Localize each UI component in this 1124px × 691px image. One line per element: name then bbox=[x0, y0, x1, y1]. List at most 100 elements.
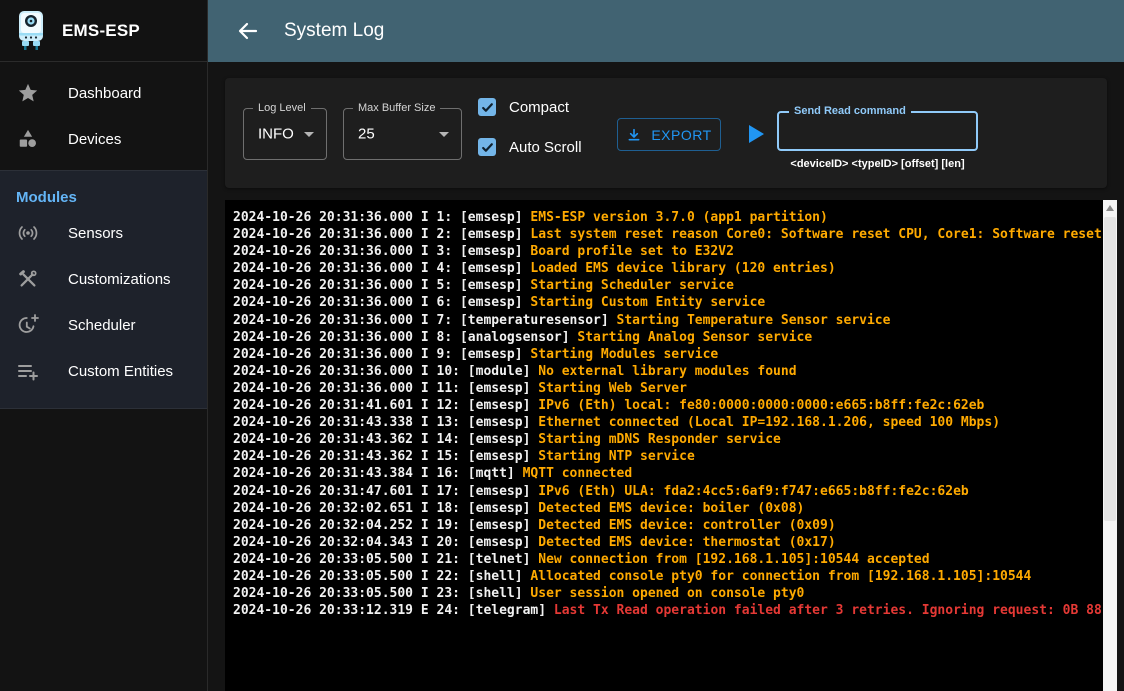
send-read-field: Send Read command bbox=[777, 111, 978, 151]
sidebar-item-scheduler[interactable]: Scheduler bbox=[0, 302, 207, 348]
shapes-icon bbox=[16, 127, 40, 151]
log-level-label: Log Level bbox=[253, 101, 311, 115]
log-line-message: Last system reset reason Core0: Software… bbox=[530, 227, 1101, 242]
app-window: EMS-ESP Dashboard De bbox=[0, 0, 1124, 691]
sidebar-item-customizations[interactable]: Customizations bbox=[0, 256, 207, 302]
log-line-prefix: 2024-10-26 20:31:36.000 I 3: [emsesp] bbox=[233, 244, 530, 259]
send-read-label: Send Read command bbox=[789, 104, 911, 118]
send-read-input[interactable] bbox=[779, 113, 976, 149]
log-line: 2024-10-26 20:31:36.000 I 10: [module] N… bbox=[233, 363, 1101, 380]
scrollbar-thumb[interactable] bbox=[1104, 217, 1116, 521]
chevron-down-icon bbox=[439, 132, 449, 137]
log-line-prefix: 2024-10-26 20:31:43.384 I 16: [mqtt] bbox=[233, 466, 523, 481]
log-console[interactable]: 2024-10-26 20:31:36.000 I 1: [emsesp] EM… bbox=[225, 200, 1117, 691]
sidebar-item-label: Scheduler bbox=[68, 317, 136, 334]
log-line-prefix: 2024-10-26 20:31:43.362 I 14: [emsesp] bbox=[233, 432, 538, 447]
log-line-message: Starting Analog Sensor service bbox=[577, 330, 812, 345]
playlist-add-icon bbox=[16, 359, 40, 383]
main-nav: Dashboard Devices bbox=[0, 62, 207, 170]
chevron-down-icon bbox=[304, 132, 314, 137]
log-line-prefix: 2024-10-26 20:31:36.000 I 2: [emsesp] bbox=[233, 227, 530, 242]
sidebar-item-sensors[interactable]: Sensors bbox=[0, 210, 207, 256]
log-line: 2024-10-26 20:31:36.000 I 8: [analogsens… bbox=[233, 329, 1101, 346]
log-line-prefix: 2024-10-26 20:31:36.000 I 9: [emsesp] bbox=[233, 347, 530, 362]
log-line: 2024-10-26 20:31:36.000 I 9: [emsesp] St… bbox=[233, 346, 1101, 363]
log-line: 2024-10-26 20:31:36.000 I 3: [emsesp] Bo… bbox=[233, 243, 1101, 260]
sidebar-item-devices[interactable]: Devices bbox=[0, 116, 207, 162]
log-line-prefix: 2024-10-26 20:31:47.601 I 17: [emsesp] bbox=[233, 484, 538, 499]
send-read-helper: <deviceID> <typeID> [offset] [len] bbox=[777, 158, 978, 170]
compact-label: Compact bbox=[509, 99, 569, 116]
log-line-message: Last Tx Read operation failed after 3 re… bbox=[554, 603, 1101, 618]
log-line-message: Ethernet connected (Local IP=192.168.1.2… bbox=[538, 415, 1000, 430]
log-line-prefix: 2024-10-26 20:31:36.000 I 11: [emsesp] bbox=[233, 381, 538, 396]
log-line-prefix: 2024-10-26 20:33:05.500 I 21: [telnet] bbox=[233, 552, 538, 567]
sidebar-item-label: Sensors bbox=[68, 225, 123, 242]
content-area: Log Level INFO Max Buffer Size 25 Com bbox=[208, 62, 1124, 691]
log-lines: 2024-10-26 20:31:36.000 I 1: [emsesp] EM… bbox=[233, 209, 1101, 619]
log-line: 2024-10-26 20:31:36.000 I 1: [emsesp] EM… bbox=[233, 209, 1101, 226]
log-line-prefix: 2024-10-26 20:32:04.252 I 19: [emsesp] bbox=[233, 518, 538, 533]
log-line-prefix: 2024-10-26 20:31:36.000 I 10: [module] bbox=[233, 364, 538, 379]
log-line: 2024-10-26 20:33:05.500 I 22: [shell] Al… bbox=[233, 568, 1101, 585]
log-line: 2024-10-26 20:31:43.384 I 16: [mqtt] MQT… bbox=[233, 465, 1101, 482]
log-line: 2024-10-26 20:31:43.338 I 13: [emsesp] E… bbox=[233, 414, 1101, 431]
log-line: 2024-10-26 20:31:36.000 I 11: [emsesp] S… bbox=[233, 380, 1101, 397]
log-line-message: MQTT connected bbox=[523, 466, 633, 481]
checkbox-checked-icon bbox=[478, 98, 496, 116]
export-label: EXPORT bbox=[651, 127, 711, 143]
log-level-value: INFO bbox=[258, 126, 294, 143]
sidebar-item-custom-entities[interactable]: Custom Entities bbox=[0, 348, 207, 394]
log-line: 2024-10-26 20:33:05.500 I 21: [telnet] N… bbox=[233, 551, 1101, 568]
main-column: System Log Log Level INFO Max Buffer Siz… bbox=[208, 0, 1124, 691]
back-button[interactable] bbox=[230, 13, 266, 49]
log-line: 2024-10-26 20:32:04.252 I 19: [emsesp] D… bbox=[233, 517, 1101, 534]
modules-section: Modules Sensors bbox=[0, 170, 207, 409]
log-line: 2024-10-26 20:33:12.319 E 24: [telegram]… bbox=[233, 602, 1101, 619]
log-line-prefix: 2024-10-26 20:31:36.000 I 6: [emsesp] bbox=[233, 295, 530, 310]
log-line-message: User session opened on console pty0 bbox=[530, 586, 804, 601]
log-line: 2024-10-26 20:31:43.362 I 15: [emsesp] S… bbox=[233, 448, 1101, 465]
log-line-prefix: 2024-10-26 20:32:04.343 I 20: [emsesp] bbox=[233, 535, 538, 550]
tools-icon bbox=[16, 267, 40, 291]
log-line-message: Loaded EMS device library (120 entries) bbox=[530, 261, 835, 276]
log-line-prefix: 2024-10-26 20:31:36.000 I 4: [emsesp] bbox=[233, 261, 530, 276]
log-line-prefix: 2024-10-26 20:31:36.000 I 1: [emsesp] bbox=[233, 210, 530, 225]
log-line: 2024-10-26 20:31:36.000 I 4: [emsesp] Lo… bbox=[233, 260, 1101, 277]
scroll-up-button[interactable] bbox=[1103, 200, 1117, 216]
sidebar-item-label: Customizations bbox=[68, 271, 171, 288]
app-name: EMS-ESP bbox=[62, 21, 140, 41]
clock-plus-icon bbox=[16, 313, 40, 337]
compact-checkbox[interactable]: Compact bbox=[478, 98, 569, 116]
log-line-prefix: 2024-10-26 20:31:36.000 I 8: [analogsens… bbox=[233, 330, 577, 345]
log-line-prefix: 2024-10-26 20:33:05.500 I 23: [shell] bbox=[233, 586, 530, 601]
log-scrollbar[interactable] bbox=[1103, 200, 1117, 691]
log-level-select[interactable]: Log Level INFO bbox=[243, 108, 327, 160]
max-buffer-select[interactable]: Max Buffer Size 25 bbox=[343, 108, 462, 160]
checkbox-checked-icon bbox=[478, 138, 496, 156]
log-line-message: Starting Scheduler service bbox=[530, 278, 734, 293]
log-line: 2024-10-26 20:31:47.601 I 17: [emsesp] I… bbox=[233, 483, 1101, 500]
log-line-message: Detected EMS device: boiler (0x08) bbox=[538, 501, 804, 516]
log-line-prefix: 2024-10-26 20:31:36.000 I 5: [emsesp] bbox=[233, 278, 530, 293]
log-line-message: IPv6 (Eth) ULA: fda2:4cc5:6af9:f747:e665… bbox=[538, 484, 968, 499]
send-command-icon[interactable] bbox=[749, 125, 764, 143]
log-line-message: Board profile set to E32V2 bbox=[530, 244, 734, 259]
log-line: 2024-10-26 20:31:36.000 I 5: [emsesp] St… bbox=[233, 277, 1101, 294]
sidebar-item-dashboard[interactable]: Dashboard bbox=[0, 70, 207, 116]
topbar: System Log bbox=[208, 0, 1124, 62]
sidebar-item-label: Custom Entities bbox=[68, 363, 173, 380]
log-line: 2024-10-26 20:31:36.000 I 2: [emsesp] La… bbox=[233, 226, 1101, 243]
log-line: 2024-10-26 20:31:43.362 I 14: [emsesp] S… bbox=[233, 431, 1101, 448]
log-line-message: Starting Temperature Sensor service bbox=[617, 313, 891, 328]
auto-scroll-checkbox[interactable]: Auto Scroll bbox=[478, 138, 582, 156]
star-icon bbox=[16, 81, 40, 105]
app-logo-row[interactable]: EMS-ESP bbox=[0, 0, 207, 62]
log-line-message: Starting Web Server bbox=[538, 381, 687, 396]
log-line-message: Detected EMS device: thermostat (0x17) bbox=[538, 535, 835, 550]
log-line: 2024-10-26 20:32:04.343 I 20: [emsesp] D… bbox=[233, 534, 1101, 551]
page-title: System Log bbox=[284, 20, 384, 42]
arrow-left-icon bbox=[236, 19, 260, 43]
log-line-prefix: 2024-10-26 20:31:36.000 I 7: [temperatur… bbox=[233, 313, 617, 328]
export-button[interactable]: EXPORT bbox=[617, 118, 721, 151]
